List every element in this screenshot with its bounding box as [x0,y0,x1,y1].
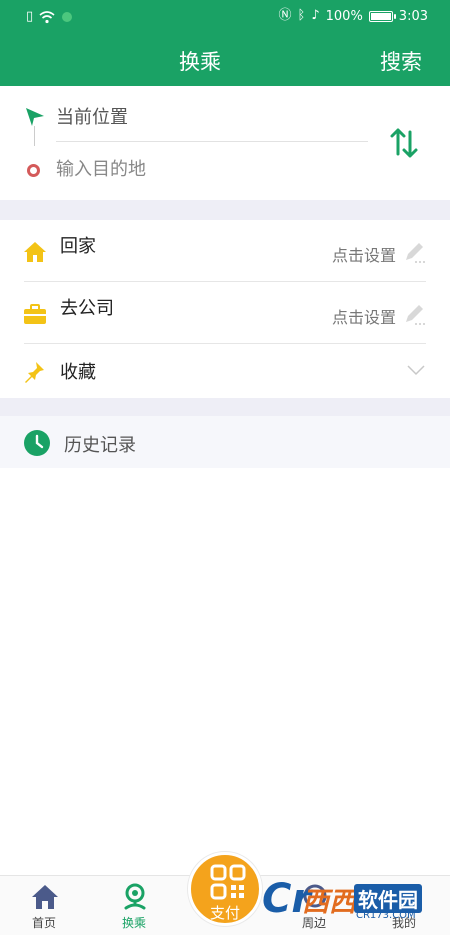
watermark-url: CR173.COM [356,910,416,921]
qr-code-icon [210,864,246,900]
chevron-down-icon[interactable] [406,364,426,376]
pin-icon [25,362,44,383]
pay-label: 支付 [209,904,240,922]
set-work-link[interactable]: 点击设置 [332,304,396,328]
sim-icon: ▯ [26,9,34,24]
history-label: 历史记录 [64,435,136,456]
place-label: 收藏 [60,362,96,383]
destination-dot-icon [27,164,40,177]
home-icon [24,242,46,262]
search-button[interactable]: 搜索 [380,46,422,76]
history-section[interactable]: 历史记录 [0,416,450,468]
set-home-link[interactable]: 点击设置 [332,242,396,266]
status-time: 3:03 [398,8,428,24]
tab-home[interactable]: 首页 [4,876,84,935]
edit-icon[interactable] [402,240,426,264]
briefcase-icon [24,304,46,324]
watermark-brand: 西西 [302,887,356,918]
place-row-work[interactable]: 去公司 点击设置 [0,282,450,344]
tab-transfer[interactable]: 换乘 [94,876,174,935]
pay-button[interactable]: 支付 [188,852,262,926]
tab-label: 首页 [31,916,56,930]
swap-vertical-icon[interactable] [386,126,422,160]
page-title: 换乘 [179,50,221,74]
edit-icon[interactable] [402,302,426,326]
route-input-card: 当前位置 输入目的地 [0,86,450,200]
bluetooth-icon: ᛒ [297,8,306,23]
destination-input[interactable]: 输入目的地 [56,156,368,186]
place-row-favorites[interactable]: 收藏 [0,344,450,398]
app-status-icon [62,12,73,22]
status-bar: ▯ Ⓝ ᛒ ♪ 100% 3:03 [0,0,450,34]
section-gap [0,398,450,416]
battery-percent: 100% [325,8,363,24]
wifi-icon [39,10,55,23]
section-gap [0,200,450,220]
watermark-logo: Cr 西西 软件园 CR173.COM [258,876,438,930]
location-arrow-icon [26,108,44,126]
place-label: 回家 [60,236,96,257]
mute-icon: ♪ [311,8,320,23]
app-header: ▯ Ⓝ ᛒ ♪ 100% 3:03 换乘 搜索 [0,0,450,86]
route-connector [34,126,35,146]
battery-icon [368,10,396,22]
transfer-tab-icon [124,883,146,910]
place-label: 去公司 [60,298,114,319]
origin-input[interactable]: 当前位置 [56,104,368,142]
watermark-soft: 软件园 [354,884,422,913]
home-tab-icon [32,885,58,909]
place-row-home[interactable]: 回家 点击设置 [0,220,450,282]
quick-places: 回家 点击设置 去公司 点击设置 收藏 [0,220,450,398]
nfc-icon: Ⓝ [278,8,292,23]
tab-label: 换乘 [121,916,146,930]
clock-icon [24,430,50,456]
